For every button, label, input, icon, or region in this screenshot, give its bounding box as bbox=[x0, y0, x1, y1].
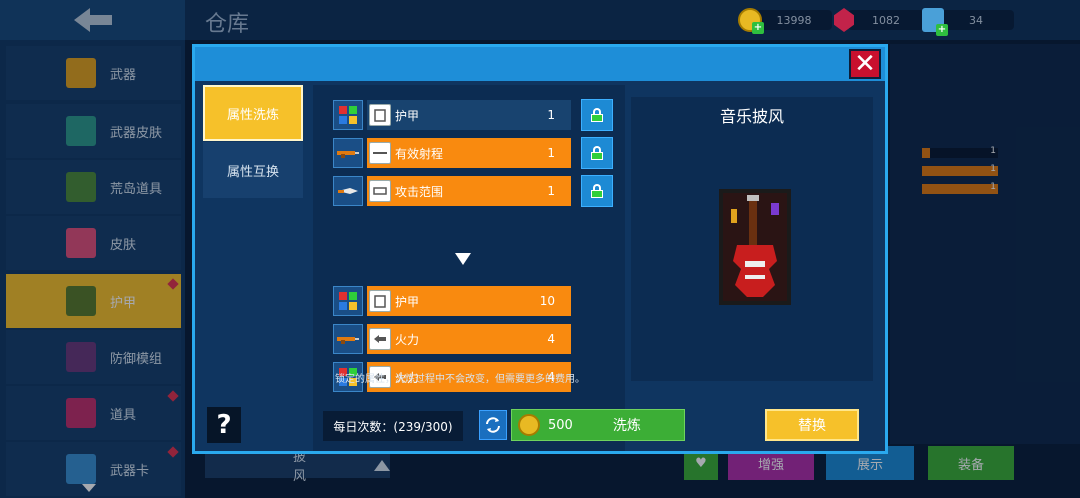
daily-count: 每日次数：(239/300) bbox=[323, 411, 463, 441]
armor-vest-icon bbox=[369, 104, 391, 126]
current-attribute-row: 有效射程 1 bbox=[333, 137, 613, 169]
tab-attribute-swap[interactable]: 属性互换 bbox=[203, 142, 303, 198]
current-attribute-row: 护甲 1 bbox=[333, 99, 613, 131]
lock-toggle-button[interactable] bbox=[581, 175, 613, 207]
new-attribute-row: 火力 4 bbox=[333, 323, 571, 355]
item-name: 音乐披风 bbox=[719, 107, 784, 126]
attribute-bar: 有效射程 1 bbox=[367, 138, 571, 168]
firepower-icon bbox=[369, 328, 391, 350]
coin-icon: + bbox=[738, 8, 764, 34]
refine-button[interactable]: 500 洗炼 bbox=[511, 409, 685, 441]
armor-vest-icon bbox=[369, 290, 391, 312]
help-button[interactable]: ? bbox=[207, 407, 241, 443]
arrow-down-icon bbox=[455, 253, 471, 265]
multicolor-grid-icon bbox=[333, 286, 363, 316]
attribute-bar: 护甲 10 bbox=[367, 286, 571, 316]
attribute-refine-dialog: ✕ 属性洗炼 属性互换 ? 护甲 1 有效射程 1 攻击范围 1 护甲 10 火… bbox=[192, 44, 888, 454]
new-attribute-row: 护甲 10 bbox=[333, 285, 571, 317]
replace-button[interactable]: 替换 bbox=[765, 409, 859, 441]
refresh-icon bbox=[486, 417, 500, 433]
item-preview: 音乐披风 bbox=[631, 97, 873, 381]
refine-panel: 护甲 1 有效射程 1 攻击范围 1 护甲 10 火力 4 火力 4 锁定的属性… bbox=[313, 85, 625, 451]
refine-controls: 500 洗炼 bbox=[479, 409, 685, 441]
coin-icon bbox=[518, 414, 540, 436]
rifle-icon bbox=[333, 138, 363, 168]
dialog-tabs: 属性洗炼 属性互换 bbox=[203, 85, 307, 198]
multicolor-grid-icon bbox=[333, 100, 363, 130]
lock-toggle-button[interactable] bbox=[581, 137, 613, 169]
close-button[interactable]: ✕ bbox=[849, 49, 881, 79]
attribute-bar: 护甲 1 bbox=[367, 100, 571, 130]
guitar-cape-image bbox=[719, 189, 791, 305]
knife-icon bbox=[333, 176, 363, 206]
tab-attribute-refine[interactable]: 属性洗炼 bbox=[203, 85, 303, 141]
refresh-button[interactable] bbox=[479, 410, 507, 440]
attribute-bar: 攻击范围 1 bbox=[367, 176, 571, 206]
lock-icon bbox=[591, 184, 603, 198]
range-icon bbox=[369, 142, 391, 164]
melee-range-icon bbox=[369, 180, 391, 202]
lock-note: 锁定的属性，洗炼过程中不会改变，但需要更多的费用。 bbox=[335, 374, 585, 385]
lock-icon bbox=[591, 146, 603, 160]
ticket-icon: + bbox=[922, 8, 948, 36]
lock-toggle-button[interactable] bbox=[581, 99, 613, 131]
dialog-header: ✕ bbox=[195, 47, 885, 81]
rifle-icon bbox=[333, 324, 363, 354]
lock-icon bbox=[591, 108, 603, 122]
attribute-bar: 火力 4 bbox=[367, 324, 571, 354]
current-attribute-row: 攻击范围 1 bbox=[333, 175, 613, 207]
close-icon: ✕ bbox=[854, 49, 876, 79]
